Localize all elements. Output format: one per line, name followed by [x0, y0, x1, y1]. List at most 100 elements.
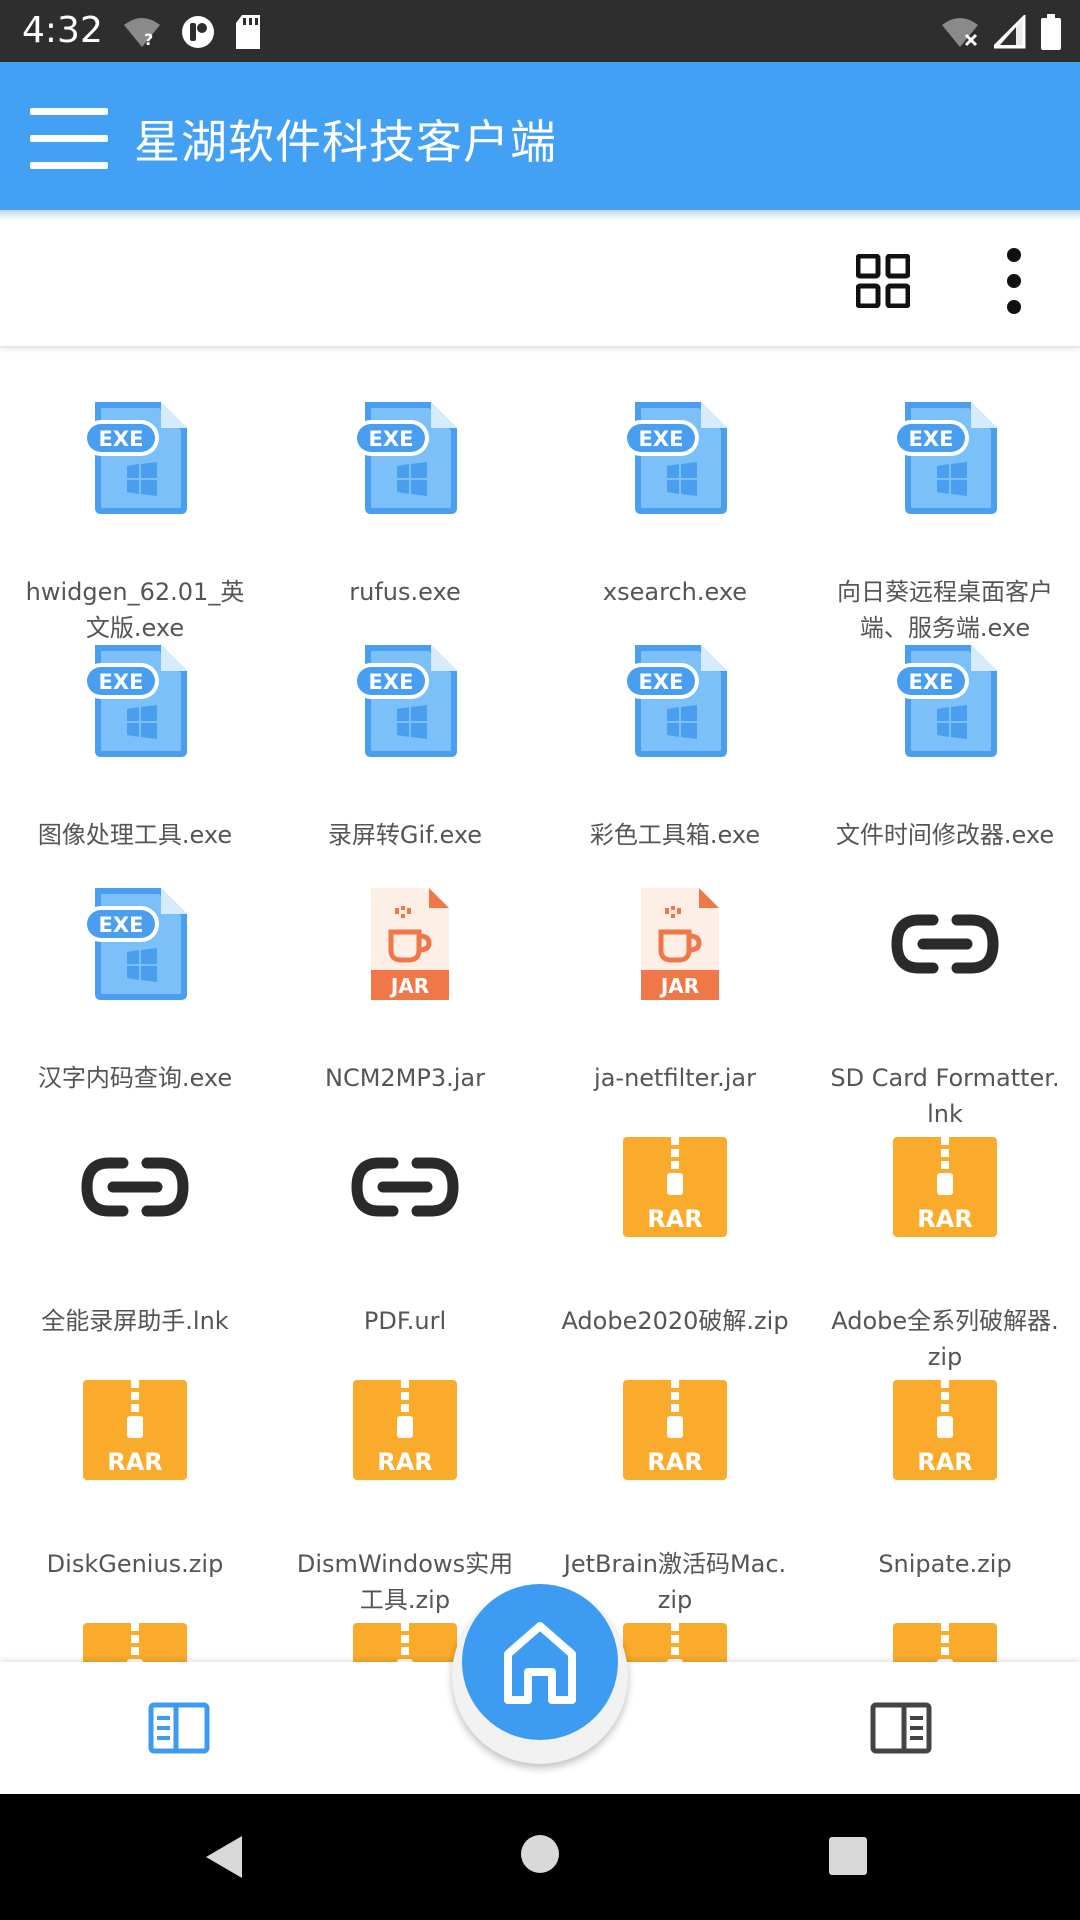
rar-archive-icon: RAR — [893, 1380, 997, 1480]
svg-text:RAR: RAR — [917, 1205, 973, 1233]
file-name: 文件时间修改器.exe — [835, 821, 1055, 849]
svg-text:EXE: EXE — [909, 670, 954, 694]
file-icon — [75, 1127, 195, 1247]
book-open-right-icon[interactable] — [870, 1702, 932, 1754]
svg-text:?: ? — [144, 30, 153, 49]
file-icon: RAR — [75, 1370, 195, 1490]
file-icon: RAR — [345, 1613, 465, 1662]
cell-signal-icon — [994, 15, 1026, 49]
file-name: xsearch.exe — [602, 578, 748, 606]
home-circle-icon[interactable] — [520, 1834, 560, 1874]
rar-archive-icon: RAR — [623, 1380, 727, 1480]
file-icon: EXE — [345, 641, 465, 761]
back-icon[interactable] — [204, 1834, 244, 1880]
rar-archive-icon: RAR — [83, 1380, 187, 1480]
app-bar: 星湖软件科技客户端 — [0, 62, 1080, 210]
rar-archive-icon: RAR — [623, 1137, 727, 1237]
svg-text:EXE: EXE — [99, 427, 144, 451]
rar-archive-icon: RAR — [83, 1623, 187, 1662]
file-icon: RAR — [885, 1613, 1005, 1662]
wifi-off-icon — [942, 18, 978, 47]
system-nav-bar — [0, 1794, 1080, 1920]
file-icon: EXE — [75, 884, 195, 1004]
link-icon — [81, 1157, 189, 1217]
file-icon: RAR — [75, 1613, 195, 1662]
file-icon: JAR — [345, 884, 465, 1004]
book-open-left-icon[interactable] — [148, 1702, 210, 1754]
file-name: DiskGenius.zip — [46, 1550, 224, 1578]
file-name: 图像处理工具.exe — [37, 821, 233, 849]
file-name: ja-netfilter.jar — [594, 1064, 756, 1092]
more-vert-icon[interactable] — [998, 246, 1030, 316]
status-time: 4:32 — [22, 10, 103, 51]
svg-text:EXE: EXE — [909, 427, 954, 451]
exe-file-icon: EXE — [893, 645, 997, 757]
file-name: 彩色工具箱.exe — [589, 821, 761, 849]
file-icon: RAR — [615, 1127, 735, 1247]
link-icon — [351, 1157, 459, 1217]
wifi-question-icon: ? — [124, 18, 160, 49]
svg-text:RAR: RAR — [917, 1448, 973, 1476]
file-icon: EXE — [615, 398, 735, 518]
app-notification-icon — [182, 16, 214, 48]
file-name: 向日葵远程桌面客户端、服务端.exe — [837, 578, 1053, 642]
exe-file-icon: EXE — [353, 402, 457, 514]
sd-card-icon — [236, 15, 260, 49]
file-icon: EXE — [615, 641, 735, 761]
app-title: 星湖软件科技客户端 — [134, 115, 557, 169]
exe-file-icon: EXE — [623, 645, 727, 757]
link-icon — [891, 914, 999, 974]
file-icon — [345, 1127, 465, 1247]
svg-text:RAR: RAR — [647, 1205, 703, 1233]
file-icon: RAR — [615, 1613, 735, 1662]
svg-text:EXE: EXE — [369, 427, 414, 451]
file-name: 录屏转Gif.exe — [327, 821, 483, 849]
grid-view-icon[interactable] — [856, 254, 910, 308]
file-name: 全能录屏助手.lnk — [41, 1307, 229, 1335]
rar-archive-icon: RAR — [353, 1623, 457, 1662]
status-icons-right — [940, 12, 1062, 52]
rar-archive-icon: RAR — [893, 1137, 997, 1237]
svg-text:EXE: EXE — [639, 427, 684, 451]
jar-file-icon: JAR — [371, 888, 449, 1000]
file-icon: RAR — [885, 1127, 1005, 1247]
file-name: rufus.exe — [349, 578, 461, 606]
file-icon — [885, 884, 1005, 1004]
file-name: Adobe2020破解.zip — [561, 1307, 789, 1335]
recents-icon[interactable] — [828, 1836, 868, 1876]
rar-archive-icon: RAR — [623, 1623, 727, 1662]
file-icon: JAR — [615, 884, 735, 1004]
file-icon: EXE — [75, 641, 195, 761]
rar-archive-icon: RAR — [893, 1623, 997, 1662]
exe-file-icon: EXE — [83, 645, 187, 757]
home-fab[interactable] — [462, 1584, 618, 1740]
svg-text:EXE: EXE — [99, 670, 144, 694]
file-grid: EXE hwidgen_62.01_英文版.exe EXE rufus.exe … — [0, 348, 1080, 1662]
file-icon: EXE — [885, 398, 1005, 518]
home-icon — [504, 1622, 576, 1704]
file-name: 汉字内码查询.exe — [37, 1064, 233, 1092]
svg-text:EXE: EXE — [99, 913, 144, 937]
file-icon: RAR — [615, 1370, 735, 1490]
svg-text:RAR: RAR — [377, 1448, 433, 1476]
file-name: PDF.url — [363, 1307, 447, 1335]
svg-text:EXE: EXE — [639, 670, 684, 694]
exe-file-icon: EXE — [893, 402, 997, 514]
file-name: SD Card Formatter.lnk — [830, 1064, 1060, 1128]
exe-file-icon: EXE — [83, 402, 187, 514]
hamburger-menu-icon[interactable] — [30, 108, 108, 170]
file-icon: EXE — [345, 398, 465, 518]
toolbar — [0, 220, 1080, 348]
app-bar-shadow — [0, 210, 1080, 220]
svg-text:JAR: JAR — [659, 974, 699, 998]
svg-text:RAR: RAR — [647, 1448, 703, 1476]
status-icons-left: ? — [122, 12, 262, 52]
file-icon: RAR — [885, 1370, 1005, 1490]
battery-icon — [1041, 14, 1061, 50]
rar-archive-icon: RAR — [353, 1380, 457, 1480]
exe-file-icon: EXE — [353, 645, 457, 757]
svg-text:JAR: JAR — [389, 974, 429, 998]
file-name: Snipate.zip — [878, 1550, 1012, 1578]
exe-file-icon: EXE — [83, 888, 187, 1000]
svg-text:EXE: EXE — [369, 670, 414, 694]
